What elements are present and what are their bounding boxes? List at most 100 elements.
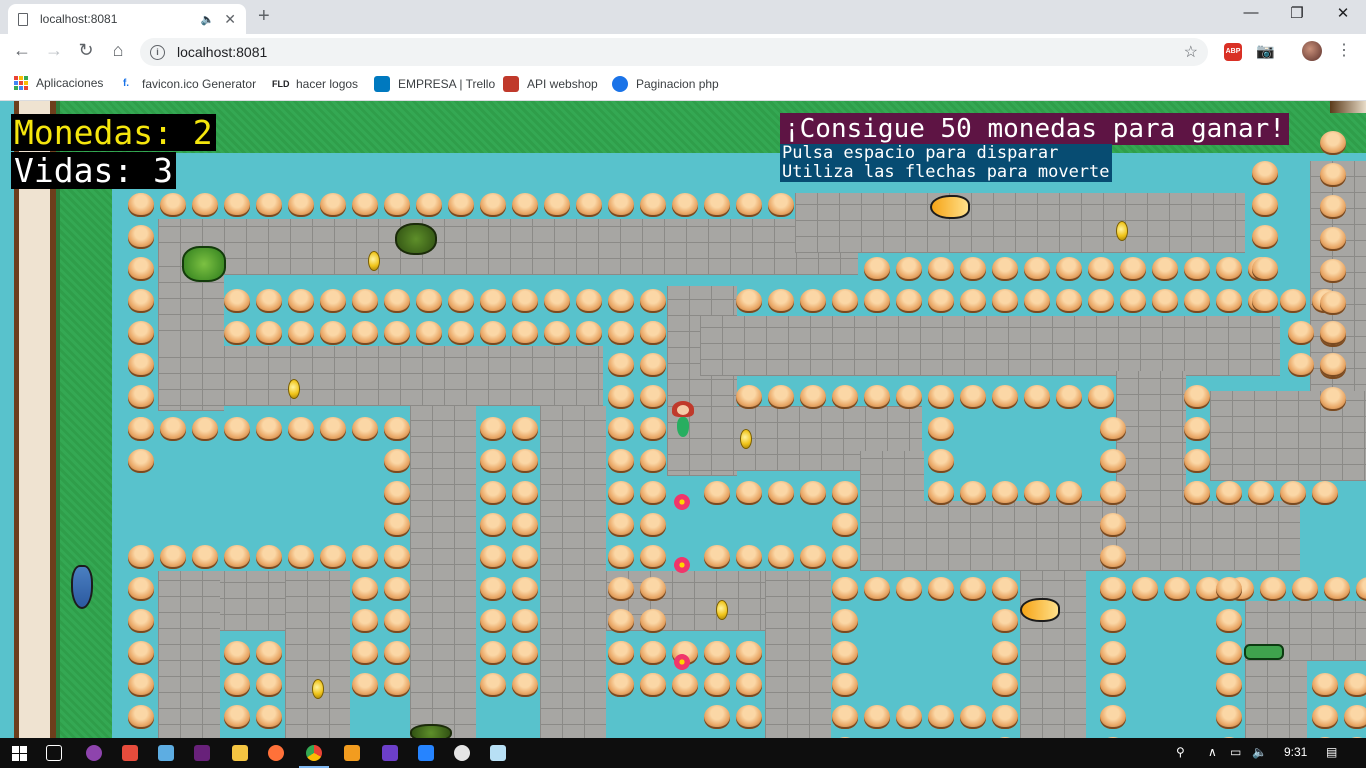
task-view-icon[interactable] bbox=[46, 745, 62, 761]
people-icon[interactable]: ⚲ bbox=[1176, 745, 1185, 759]
shell-tile bbox=[768, 545, 794, 569]
shell-tile bbox=[160, 417, 186, 441]
taskbar-clock[interactable]: 9:31 bbox=[1284, 745, 1307, 759]
shell-tile bbox=[448, 321, 474, 345]
shell-tile bbox=[320, 289, 346, 313]
app-purple-icon[interactable] bbox=[86, 745, 102, 761]
shell-tile bbox=[480, 193, 506, 217]
camera-icon[interactable]: 📷 bbox=[1256, 42, 1275, 60]
shell-tile bbox=[704, 641, 730, 665]
shell-tile bbox=[224, 641, 250, 665]
shell-tile bbox=[1088, 385, 1114, 409]
shell-tile bbox=[736, 673, 762, 697]
back-button[interactable]: ← bbox=[10, 40, 34, 61]
shell-tile bbox=[1252, 161, 1278, 185]
shell-tile bbox=[928, 481, 954, 505]
shell-tile bbox=[320, 545, 346, 569]
close-window-button[interactable]: ✕ bbox=[1320, 4, 1366, 22]
browser-menu-icon[interactable]: ⋮ bbox=[1336, 40, 1352, 60]
shell-tile bbox=[1056, 289, 1082, 313]
home-button[interactable]: ⌂ bbox=[106, 40, 130, 61]
file-explorer-icon[interactable] bbox=[232, 745, 248, 761]
close-tab-icon[interactable]: ✕ bbox=[224, 11, 236, 28]
shell-tile bbox=[128, 609, 154, 633]
visual-studio-icon[interactable] bbox=[194, 745, 210, 761]
bookmark-paginacion[interactable]: Paginacion php bbox=[612, 76, 719, 92]
minimize-button[interactable]: — bbox=[1228, 4, 1274, 21]
stone-path bbox=[700, 316, 1280, 376]
shell-tile bbox=[384, 481, 410, 505]
chrome-icon[interactable] bbox=[306, 745, 322, 761]
shell-tile bbox=[288, 417, 314, 441]
shell-tile bbox=[960, 705, 986, 729]
bookmark-trello[interactable]: EMPRESA | Trello bbox=[374, 76, 495, 92]
shell-tile bbox=[1216, 257, 1242, 281]
browser-tab[interactable]: localhost:8081 🔈 ✕ bbox=[8, 4, 246, 34]
shell-tile bbox=[608, 545, 634, 569]
profile-avatar[interactable] bbox=[1302, 41, 1322, 61]
shell-tile bbox=[896, 289, 922, 313]
shell-tile bbox=[992, 641, 1018, 665]
shell-tile bbox=[832, 289, 858, 313]
app-cube-icon[interactable] bbox=[158, 745, 174, 761]
bookmark-star-icon[interactable]: ☆ bbox=[1184, 42, 1198, 62]
shell-tile bbox=[384, 449, 410, 473]
shell-tile bbox=[1288, 353, 1314, 377]
stone-path bbox=[158, 219, 858, 275]
app-notes-icon[interactable] bbox=[490, 745, 506, 761]
shell-tile bbox=[928, 705, 954, 729]
game-canvas[interactable]: Monedas: 2 Vidas: 3 ¡Consigue 50 monedas… bbox=[0, 101, 1366, 738]
shell-tile bbox=[1100, 673, 1126, 697]
adblock-plus-icon[interactable]: ABP bbox=[1224, 43, 1242, 61]
shell-tile bbox=[384, 321, 410, 345]
sublime-icon[interactable] bbox=[344, 745, 360, 761]
shell-tile bbox=[1100, 545, 1126, 569]
shell-tile bbox=[224, 417, 250, 441]
app-grid-icon[interactable] bbox=[382, 745, 398, 761]
shell-tile bbox=[128, 321, 154, 345]
notifications-icon[interactable]: ▤ bbox=[1326, 745, 1337, 759]
shell-tile bbox=[1152, 289, 1178, 313]
reload-button[interactable]: ↻ bbox=[74, 40, 98, 61]
app-red-icon[interactable] bbox=[122, 745, 138, 761]
shell-tile bbox=[704, 481, 730, 505]
volume-icon[interactable]: 🔈 bbox=[1252, 745, 1267, 759]
info-icon[interactable]: i bbox=[150, 44, 165, 60]
stone-path bbox=[860, 501, 1300, 571]
shell-tile bbox=[864, 385, 890, 409]
shell-tile bbox=[992, 481, 1018, 505]
bookmark-hacer-logos[interactable]: FLD hacer logos bbox=[272, 76, 358, 92]
speaker-icon[interactable]: 🔈 bbox=[201, 13, 215, 26]
firefox-icon[interactable] bbox=[268, 745, 284, 761]
shell-tile bbox=[128, 385, 154, 409]
shell-tile bbox=[544, 321, 570, 345]
network-icon[interactable]: ▭ bbox=[1230, 745, 1241, 759]
shell-tile bbox=[128, 577, 154, 601]
bookmark-favicon-generator[interactable]: f. favicon.ico Generator bbox=[118, 76, 256, 92]
forward-button[interactable]: → bbox=[42, 40, 66, 61]
chevron-up-icon[interactable]: ∧ bbox=[1208, 745, 1217, 759]
shell-tile bbox=[224, 705, 250, 729]
start-icon[interactable] bbox=[12, 746, 27, 761]
blue-fish-enemy bbox=[71, 565, 93, 609]
app-paint-icon[interactable] bbox=[454, 745, 470, 761]
shell-tile bbox=[608, 641, 634, 665]
shell-tile bbox=[224, 321, 250, 345]
shell-tile bbox=[960, 257, 986, 281]
url-text[interactable]: localhost:8081 bbox=[177, 44, 1184, 60]
stone-path bbox=[1116, 371, 1186, 571]
bookmark-apps[interactable]: Aplicaciones bbox=[14, 76, 103, 90]
restore-button[interactable]: ❐ bbox=[1274, 4, 1320, 22]
frog-enemy bbox=[182, 246, 226, 282]
shell-tile bbox=[128, 705, 154, 729]
address-bar[interactable]: i localhost:8081 ☆ bbox=[140, 38, 1208, 66]
sourcetree-icon[interactable] bbox=[418, 745, 434, 761]
shell-tile bbox=[1120, 257, 1146, 281]
shell-tile bbox=[352, 673, 378, 697]
shell-tile bbox=[416, 289, 442, 313]
new-tab-button[interactable]: + bbox=[258, 5, 270, 28]
shell-tile bbox=[384, 417, 410, 441]
shell-tile bbox=[864, 257, 890, 281]
shell-tile bbox=[1184, 417, 1210, 441]
bookmark-api-webshop[interactable]: API webshop bbox=[503, 76, 598, 92]
